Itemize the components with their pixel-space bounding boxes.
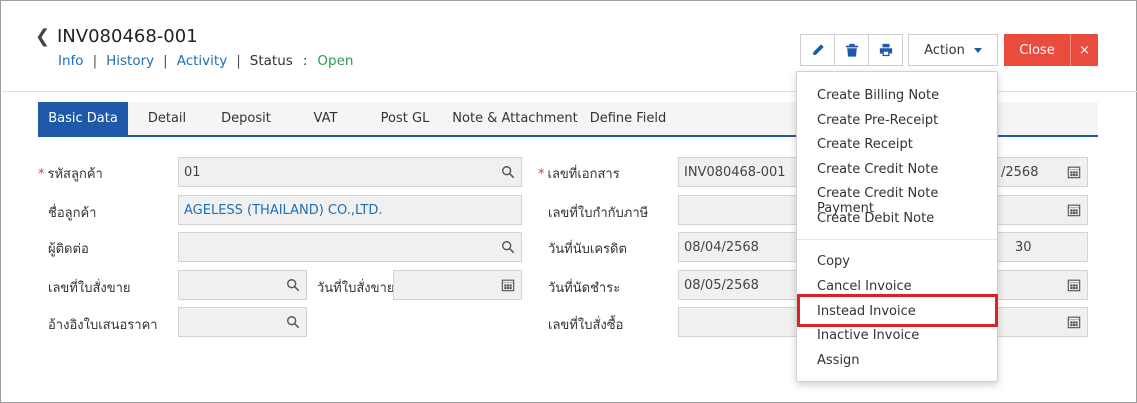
quotation-ref-label: อ้างอิงใบเสนอราคา <box>48 318 158 333</box>
invoice-window: ❮ INV080468-001 Info | History | Activit… <box>0 0 1137 403</box>
tab-detail[interactable]: Detail <box>128 102 206 135</box>
status-colon: : <box>302 53 308 69</box>
search-icon[interactable] <box>286 315 300 329</box>
search-icon[interactable] <box>501 240 515 254</box>
close-x-icon[interactable]: × <box>1071 34 1098 66</box>
tab-vat[interactable]: VAT <box>286 102 365 135</box>
po-no-label: เลขที่ใบสั่งซื้อ <box>548 318 624 333</box>
action-dropdown-button[interactable]: Action <box>908 34 998 66</box>
tab-note-attachment[interactable]: Note & Attachment <box>445 102 585 135</box>
caret-down-icon <box>973 47 982 53</box>
po-no-field[interactable] <box>678 307 798 337</box>
menu-item-create-billing-note[interactable]: Create Billing Note <box>817 88 939 103</box>
status-value: Open <box>317 53 354 69</box>
customer-code-value: 01 <box>184 164 201 180</box>
back-chevron-icon[interactable]: ❮ <box>35 27 50 47</box>
calendar-icon[interactable] <box>1067 278 1081 292</box>
doc-no-field[interactable]: INV080468-001 <box>678 157 798 187</box>
doc-no-label-text: เลขที่เอกสาร <box>547 167 620 182</box>
contact-field[interactable] <box>178 232 522 262</box>
search-icon[interactable] <box>501 165 515 179</box>
sub-navigation: Info | History | Activity | Status : Ope… <box>58 53 353 69</box>
nav-activity-link[interactable]: Activity <box>177 53 228 69</box>
required-mark: * <box>38 167 45 182</box>
nav-separator: | <box>92 53 98 69</box>
quotation-ref-field[interactable] <box>178 307 307 337</box>
so-date-label: วันที่ใบสั่งขาย <box>317 281 395 296</box>
calendar-icon[interactable] <box>1067 165 1081 179</box>
calendar-icon[interactable] <box>1067 315 1081 329</box>
menu-item-cancel-invoice[interactable]: Cancel Invoice <box>817 279 912 294</box>
customer-code-label-text: รหัสลูกค้า <box>47 167 103 182</box>
delete-button[interactable] <box>834 34 869 66</box>
print-button[interactable] <box>868 34 903 66</box>
credit-start-value: 08/04/2568 <box>684 239 759 255</box>
menu-item-create-debit-note[interactable]: Create Debit Note <box>817 211 934 226</box>
customer-name-label: ชื่อลูกค้า <box>48 206 97 221</box>
trash-icon <box>845 43 858 57</box>
menu-item-create-pre-receipt[interactable]: Create Pre-Receipt <box>817 113 938 128</box>
nav-history-link[interactable]: History <box>106 53 154 69</box>
close-button[interactable]: Close × <box>1004 34 1098 66</box>
menu-divider <box>797 239 997 240</box>
action-dropdown-menu: Create Billing Note Create Pre-Receipt C… <box>796 71 998 382</box>
edit-button[interactable] <box>800 34 835 66</box>
menu-item-copy[interactable]: Copy <box>817 254 850 269</box>
printer-icon <box>879 43 892 57</box>
search-icon[interactable] <box>286 278 300 292</box>
menu-item-assign[interactable]: Assign <box>817 353 860 368</box>
tab-basic-data[interactable]: Basic Data <box>38 102 128 135</box>
pencil-icon <box>812 44 824 55</box>
calendar-icon[interactable] <box>1067 203 1081 217</box>
due-date-label: วันที่นัดชำระ <box>548 281 621 296</box>
page-title: INV080468-001 <box>57 26 198 47</box>
customer-name-field: AGELESS (THAILAND) CO.,LTD. <box>178 195 522 225</box>
credit-start-label: วันที่นับเครดิต <box>548 242 627 257</box>
close-label: Close <box>1004 34 1071 66</box>
doc-no-value: INV080468-001 <box>684 164 786 180</box>
customer-code-label: * รหัสลูกค้า <box>38 163 103 184</box>
tab-deposit[interactable]: Deposit <box>206 102 286 135</box>
tax-invoice-label: เลขที่ใบกำกับภาษี <box>548 206 649 221</box>
menu-item-create-credit-note[interactable]: Create Credit Note <box>817 162 938 177</box>
credit-days-value: 30 <box>1015 239 1032 255</box>
so-date-field[interactable] <box>393 270 522 300</box>
highlight-box <box>797 294 998 327</box>
due-date-field[interactable]: 08/05/2568 <box>678 270 798 300</box>
so-no-field[interactable] <box>178 270 307 300</box>
required-mark: * <box>538 167 545 182</box>
nav-info-link[interactable]: Info <box>58 53 84 69</box>
credit-days-field[interactable]: 30 <box>998 232 1088 262</box>
doc-no-label: * เลขที่เอกสาร <box>538 163 620 184</box>
action-label: Action <box>924 42 965 58</box>
customer-code-field[interactable]: 01 <box>178 157 522 187</box>
menu-item-inactive-invoice[interactable]: Inactive Invoice <box>817 328 919 343</box>
due-date-value: 08/05/2568 <box>684 277 759 293</box>
doc-date-value: /2568 <box>1001 164 1039 180</box>
due-date-extra-field[interactable] <box>998 270 1088 300</box>
po-date-field[interactable] <box>998 307 1088 337</box>
status-label: Status <box>249 53 293 69</box>
menu-item-create-receipt[interactable]: Create Receipt <box>817 137 913 152</box>
so-no-label: เลขที่ใบสั่งขาย <box>48 281 131 296</box>
contact-label: ผู้ติดต่อ <box>48 242 89 257</box>
nav-separator: | <box>236 53 241 69</box>
customer-name-value: AGELESS (THAILAND) CO.,LTD. <box>184 202 383 218</box>
credit-start-field[interactable]: 08/04/2568 <box>678 232 798 262</box>
nav-separator: | <box>163 53 168 69</box>
tab-define-field[interactable]: Define Field <box>585 102 671 135</box>
calendar-icon[interactable] <box>501 278 515 292</box>
tab-post-gl[interactable]: Post GL <box>365 102 445 135</box>
doc-date-field[interactable]: /2568 <box>998 157 1088 187</box>
tax-invoice-date-field[interactable] <box>998 195 1088 225</box>
tax-invoice-field[interactable] <box>678 195 798 225</box>
